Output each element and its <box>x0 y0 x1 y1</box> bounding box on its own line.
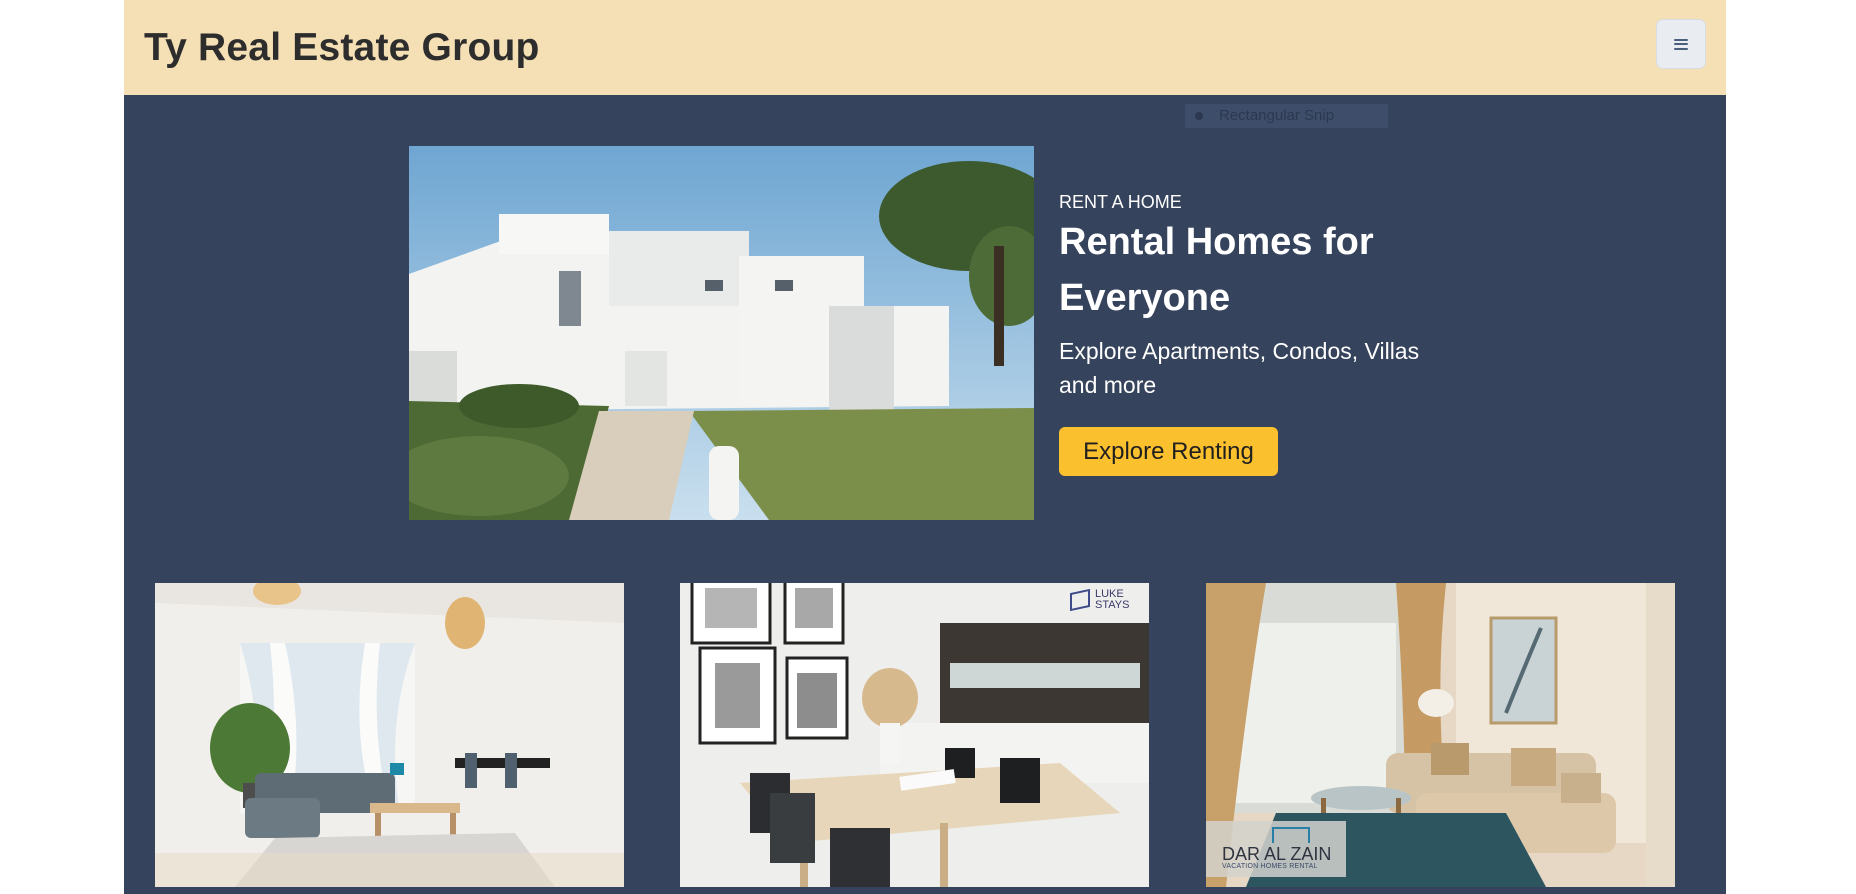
hero-text-block: RENT A HOME Rental Homes for Everyone Ex… <box>1059 190 1459 402</box>
menu-toggle-button[interactable] <box>1656 19 1706 69</box>
top-navbar: Ty Real Estate Group <box>124 0 1726 95</box>
hero-image <box>409 146 1034 520</box>
dar-al-zain-tagline: VACATION HOMES RENTAL <box>1222 863 1318 870</box>
hamburger-menu-icon <box>1674 38 1688 50</box>
brand-title[interactable]: Ty Real Estate Group <box>144 24 540 72</box>
listing-card-image-3[interactable]: DAR AL ZAIN VACATION HOMES RENTAL <box>1206 583 1675 887</box>
hero-eyebrow: RENT A HOME <box>1059 192 1182 212</box>
hero-subtitle: Explore Apartments, Condos, Villas and m… <box>1059 338 1420 398</box>
luke-stays-label: LUKE STAYS <box>1095 588 1130 611</box>
dar-al-zain-watermark: DAR AL ZAIN VACATION HOMES RENTAL <box>1206 821 1346 877</box>
listing-card-image-1[interactable] <box>155 583 624 887</box>
listing-card-image-2[interactable]: LUKE STAYS <box>680 583 1149 887</box>
snip-label: Rectangular Snip <box>1219 107 1335 124</box>
hero-title: Rental Homes for Everyone <box>1059 221 1374 319</box>
explore-renting-button[interactable]: Explore Renting <box>1059 427 1278 476</box>
dar-al-zain-logo-icon <box>1272 827 1310 843</box>
site-container: Ty Real Estate Group Rectangular Snip RE… <box>124 0 1726 894</box>
snip-dot-icon <box>1195 112 1203 120</box>
dar-al-zain-name: DAR AL ZAIN <box>1222 844 1332 864</box>
rectangular-snip-tooltip: Rectangular Snip <box>1185 104 1388 128</box>
